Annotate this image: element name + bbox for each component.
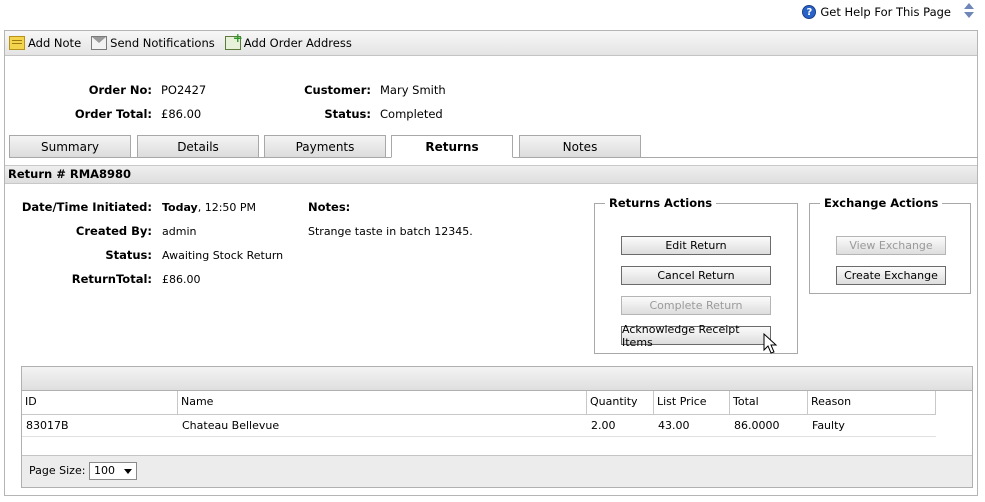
cancel-return-button[interactable]: Cancel Return (621, 266, 771, 285)
cell-list-price: 43.00 (654, 415, 730, 437)
mouse-cursor-icon (763, 333, 778, 354)
page-size-label: Page Size: (29, 464, 86, 477)
tab-bar: Summary Details Payments Returns Notes (9, 135, 978, 158)
view-exchange-button[interactable]: View Exchange (836, 236, 946, 255)
help-link[interactable]: ? Get Help For This Page (802, 5, 951, 19)
tab-details[interactable]: Details (137, 135, 259, 158)
exchange-actions-legend: Exchange Actions (824, 196, 939, 210)
add-note-label: Add Note (28, 36, 82, 50)
customer-value: Mary Smith (380, 83, 446, 97)
created-by-label: Created By: (75, 224, 152, 238)
initiated-value: Today, 12:50 PM (162, 201, 256, 214)
return-total-value: £86.00 (162, 273, 201, 286)
column-header-quantity[interactable]: Quantity (587, 391, 654, 415)
initiated-day: Today (162, 201, 198, 214)
envelope-icon (91, 36, 108, 50)
tab-notes[interactable]: Notes (519, 135, 641, 158)
cell-quantity: 2.00 (587, 415, 654, 437)
chevron-down-icon (124, 469, 132, 474)
return-status-value: Awaiting Stock Return (162, 249, 284, 262)
column-header-id[interactable]: ID (22, 391, 178, 415)
status-value: Completed (380, 107, 443, 121)
acknowledge-receipt-button[interactable]: Acknowledge Receipt Items (621, 323, 771, 349)
add-order-address-button[interactable]: Add Order Address (224, 31, 352, 50)
tab-payments[interactable]: Payments (264, 135, 386, 158)
status-label: Status: (324, 107, 371, 121)
complete-return-button[interactable]: Complete Return (621, 296, 771, 315)
returns-actions-legend: Returns Actions (609, 196, 713, 210)
collapse-toggle-icon[interactable] (964, 3, 974, 19)
customer-label: Customer: (304, 83, 371, 97)
order-total-label: Order Total: (74, 107, 152, 121)
notes-label: Notes: (308, 200, 351, 214)
column-header-reason[interactable]: Reason (808, 391, 936, 415)
cell-reason: Faulty (808, 415, 936, 437)
toolbar: Add Note Send Notifications Add Order Ad… (5, 31, 977, 56)
order-no-value: PO2427 (161, 83, 207, 97)
edit-return-button[interactable]: Edit Return (621, 236, 771, 255)
order-panel: Add Note Send Notifications Add Order Ad… (4, 30, 978, 496)
notes-value: Strange taste in batch 12345. (308, 225, 473, 238)
returns-actions-group: Returns Actions Edit Return Cancel Retur… (594, 196, 798, 354)
cell-total: 86.0000 (730, 415, 808, 437)
cell-id: 83017B (22, 415, 178, 437)
tab-summary[interactable]: Summary (9, 135, 131, 158)
tab-returns[interactable]: Returns (391, 135, 513, 158)
return-total-label: ReturnTotal: (71, 272, 152, 286)
return-header: Return # RMA8980 (5, 165, 977, 184)
create-exchange-button[interactable]: Create Exchange (836, 266, 946, 285)
column-header-total[interactable]: Total (730, 391, 808, 415)
send-notifications-button[interactable]: Send Notifications (91, 36, 215, 50)
add-note-button[interactable]: Add Note (9, 36, 81, 50)
page-size-select[interactable]: 100 (89, 462, 137, 480)
help-icon: ? (802, 5, 817, 19)
initiated-label: Date/Time Initiated: (21, 200, 152, 214)
note-icon (9, 36, 25, 50)
order-no-label: Order No: (88, 83, 152, 97)
initiated-time: , 12:50 PM (197, 201, 257, 214)
return-status-label: Status: (105, 248, 152, 262)
add-order-address-label: Add Order Address (243, 36, 352, 50)
help-label: Get Help For This Page (820, 5, 951, 19)
send-notifications-label: Send Notifications (110, 36, 215, 50)
column-header-name[interactable]: Name (178, 391, 587, 415)
cell-name: Chateau Bellevue (178, 415, 587, 437)
column-header-list-price[interactable]: List Price (654, 391, 730, 415)
grid-toolbar (22, 367, 972, 391)
page-size-value: 100 (94, 464, 115, 477)
return-items-grid: ID Name Quantity List Price Total Reason… (21, 366, 973, 488)
exchange-actions-group: Exchange Actions View Exchange Create Ex… (809, 196, 971, 294)
top-bar: ? Get Help For This Page (0, 0, 985, 28)
order-total-value: £86.00 (161, 107, 202, 121)
created-by-value: admin (162, 225, 197, 238)
grid-footer: Page Size: 100 (22, 455, 972, 487)
add-address-icon (224, 31, 243, 50)
